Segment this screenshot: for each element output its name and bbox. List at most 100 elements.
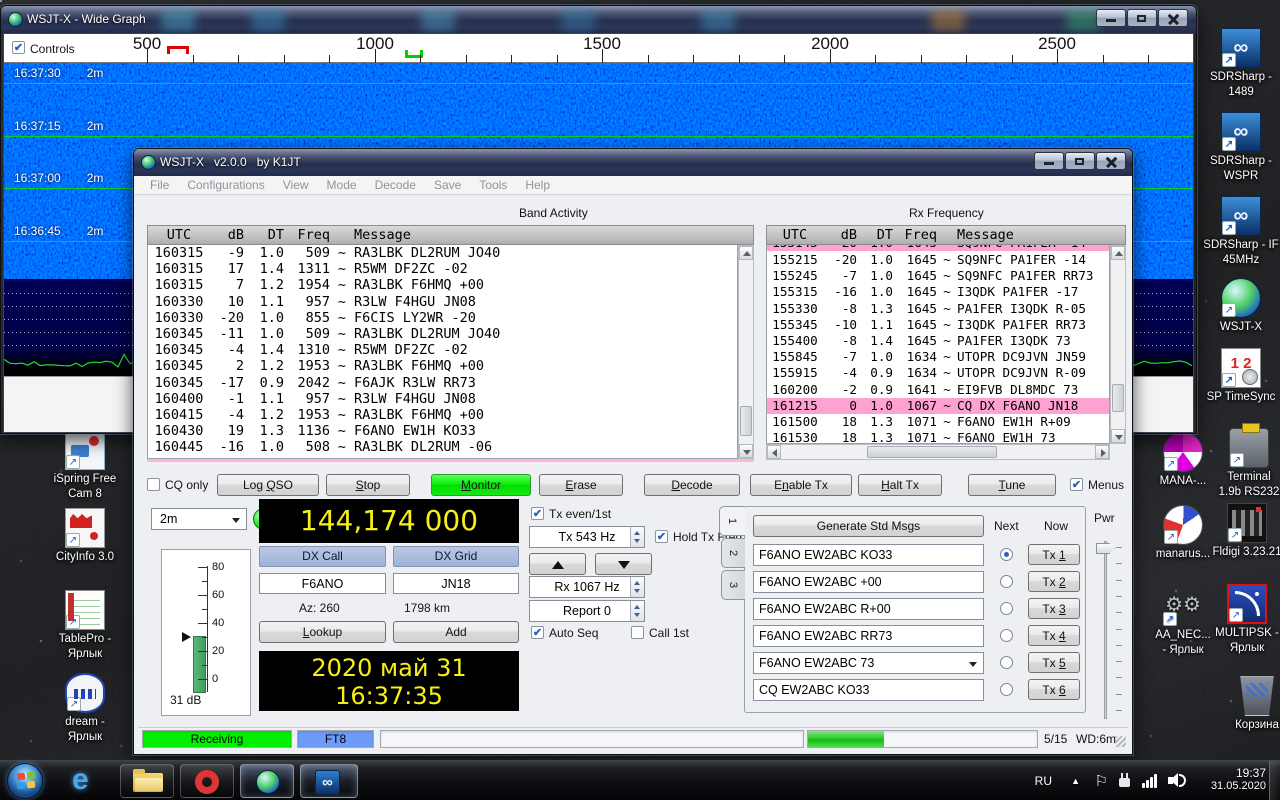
freq-up-button[interactable] <box>529 553 586 575</box>
tray-expand-icon[interactable]: ▲ <box>1071 776 1080 786</box>
report-spinner[interactable]: Report 0 <box>529 600 645 622</box>
desktop-icon-wsjt-x[interactable]: ↗ WSJT-X <box>1198 278 1280 335</box>
scroll-right-button[interactable] <box>1095 445 1109 459</box>
desktop-icon-multipsk-[interactable]: ↗ MULTIPSK - Ярлык <box>1204 584 1280 656</box>
desktop-icon-sp-timesync[interactable]: 1 2 ↗ SP TimeSync <box>1198 348 1280 405</box>
scroll-up-button[interactable] <box>739 246 753 260</box>
decode-row[interactable]: 155915 -4 0.9 1634 ~ UTOPR DC9JVN R-09 <box>767 365 1109 381</box>
scrollbar-thumb[interactable] <box>1112 384 1124 412</box>
desktop-icon-tablepro-[interactable]: ↗ TablePro - Ярлык <box>42 590 128 662</box>
erase-button[interactable]: Erase <box>539 474 623 496</box>
maximize-button[interactable] <box>1065 152 1095 170</box>
decode-row[interactable]: 160400 -1 1.1 957 ~ R3LW F4HGU JN08 <box>148 391 737 407</box>
decode-row[interactable]: 160330 10 1.1 957 ~ R3LW F4HGU JN08 <box>148 294 737 310</box>
spinner-buttons[interactable] <box>630 527 644 547</box>
rx-frequency-scrollbar[interactable] <box>1110 245 1126 444</box>
band-activity-list[interactable]: 160315 -9 1.0 509 ~ RA3LBK DL2RUM JO40 160315 1… <box>147 245 738 459</box>
decode-row[interactable]: 160430 19 1.3 1136 ~ F6ANO EW1H KO33 <box>148 423 737 439</box>
rx-horizontal-scrollbar[interactable] <box>766 444 1110 460</box>
dx-grid-field[interactable]: JN18 <box>393 573 519 594</box>
desktop-icon-sdrsharp-if[interactable]: ∞ ↗ SDRSharp - IF 45MHz <box>1198 196 1280 268</box>
desktop-icon-ispring-free[interactable]: ↗ iSpring Free Cam 8 <box>42 430 128 502</box>
frequency-scale[interactable]: ✔ Controls 500 1000 1500 2000 2500 <box>4 34 1193 63</box>
decode-row[interactable]: 155345 -10 1.1 1645 ~ I3QDK PA1FER RR73 <box>767 317 1109 333</box>
decode-row[interactable]: 155145-201.01645~SQ9NFC PA1FER -14 <box>767 245 1109 252</box>
decode-row[interactable]: 160345 -4 1.4 1310 ~ R5WM DF2ZC -02 <box>148 342 737 358</box>
rx-freq-spinner[interactable]: Rx 1067 Hz <box>529 576 645 598</box>
menu-item-help[interactable]: Help <box>516 178 559 192</box>
maximize-button[interactable] <box>1127 9 1157 27</box>
menu-item-configurations[interactable]: Configurations <box>178 178 273 192</box>
decode-row[interactable]: 160415 -4 1.2 1953 ~ RA3LBK F6HMQ +00 <box>148 407 737 423</box>
tray-clock[interactable]: 19:37 31.05.2020 <box>1192 766 1266 792</box>
scrollbar-thumb[interactable] <box>867 446 997 458</box>
menu-item-decode[interactable]: Decode <box>366 178 425 192</box>
show-desktop-button[interactable] <box>1269 761 1280 800</box>
next-radio[interactable] <box>1000 683 1013 696</box>
auto-seq-checkbox[interactable]: ✔ <box>531 626 544 639</box>
message-tab-3[interactable]: 3 <box>721 570 745 600</box>
decode-row[interactable]: 155400 -8 1.4 1645 ~ PA1FER I3QDK 73 <box>767 333 1109 349</box>
decode-row[interactable]: 160200 -2 0.9 1641 ~ EI9FVB DL8MDC 73 <box>767 382 1109 398</box>
sdrsharp-taskbar-button[interactable]: ∞ <box>300 764 358 798</box>
add-button[interactable]: Add <box>393 621 519 643</box>
desktop-icon-dream-[interactable]: ↗ dream - Ярлык <box>42 673 128 745</box>
menus-checkbox[interactable]: ✔ <box>1070 478 1083 491</box>
volume-icon[interactable] <box>1168 773 1188 788</box>
action-center-flag-icon[interactable]: ⚐ <box>1095 772 1108 790</box>
menu-item-tools[interactable]: Tools <box>470 178 516 192</box>
pwr-slider-handle[interactable] <box>1096 543 1115 554</box>
minimize-button[interactable] <box>1096 9 1126 27</box>
stop-button[interactable]: Stop <box>326 474 410 496</box>
network-signal-icon[interactable] <box>1142 773 1160 788</box>
next-radio[interactable] <box>1000 602 1013 615</box>
controls-checkbox[interactable]: ✔ <box>12 41 25 54</box>
decode-row[interactable]: 160345 -11 1.0 509 ~ RA3LBK DL2RUM JO40 <box>148 326 737 342</box>
menu-item-view[interactable]: View <box>274 178 318 192</box>
tx-now-button[interactable]: Tx 1 <box>1028 544 1080 565</box>
minimize-button[interactable] <box>1034 152 1064 170</box>
opera-taskbar-button[interactable] <box>180 764 234 798</box>
tx-now-button[interactable]: Tx 3 <box>1028 598 1080 619</box>
monitor-button[interactable]: Monitor <box>431 474 531 496</box>
decode-row[interactable]: 160330 -20 1.0 855 ~ F6CIS LY2WR -20 <box>148 310 737 326</box>
explorer-taskbar-button[interactable] <box>120 764 174 798</box>
decode-row[interactable]: 155215 -20 1.0 1645 ~ SQ9NFC PA1FER -14 <box>767 252 1109 268</box>
wide-graph-titlebar[interactable]: WSJT-X - Wide Graph <box>1 6 1196 33</box>
language-indicator[interactable]: RU <box>1035 774 1052 788</box>
tx-frequency-marker[interactable] <box>167 46 189 54</box>
start-button[interactable] <box>7 763 43 799</box>
tx-message-field[interactable]: F6ANO EW2ABC RR73 <box>753 625 984 647</box>
scroll-left-button[interactable] <box>767 445 781 459</box>
tx-now-button[interactable]: Tx 6 <box>1028 679 1080 700</box>
message-tab-2[interactable]: 2 <box>721 538 745 568</box>
decode-row[interactable]: 160345 2 1.2 1953 ~ RA3LBK F6HMQ +00 <box>148 358 737 374</box>
desktop-icon-корзина[interactable]: Корзина <box>1214 676 1280 733</box>
dx-call-header[interactable]: DX Call <box>259 546 386 567</box>
next-radio[interactable] <box>1000 575 1013 588</box>
close-button[interactable] <box>1158 9 1188 27</box>
desktop-icon-sdrsharp-[interactable]: ∞ ↗ SDRSharp - 1489 <box>1198 28 1280 100</box>
tx-freq-spinner[interactable]: Tx 543 Hz <box>529 526 645 548</box>
next-radio[interactable] <box>1000 548 1013 561</box>
pwr-slider-track[interactable] <box>1104 541 1107 719</box>
desktop-icon-cityinfo-3-0[interactable]: ↗ CityInfo 3.0 <box>42 508 128 565</box>
lookup-button[interactable]: Lookup <box>259 621 386 643</box>
log-qso-button[interactable]: Log QSO <box>217 474 319 496</box>
tx-message-field[interactable]: F6ANO EW2ABC KO33 <box>753 544 984 566</box>
decode-row[interactable]: 160345 -17 0.9 2042 ~ F6AJK R3LW RR73 <box>148 375 737 391</box>
enable-tx-button[interactable]: Enable Tx <box>750 474 852 496</box>
desktop-icon-sdrsharp-[interactable]: ∞ ↗ SDRSharp - WSPR <box>1198 112 1280 184</box>
call-1st-checkbox[interactable] <box>631 626 644 639</box>
next-radio[interactable] <box>1000 629 1013 642</box>
tx-even-checkbox[interactable]: ✔ <box>531 507 544 520</box>
desktop-icon-fldigi-3-23-21[interactable]: ↗ Fldigi 3.23.21 <box>1204 503 1280 560</box>
menu-item-file[interactable]: File <box>141 178 178 192</box>
decode-row[interactable]: 161500 18 1.3 1071 ~ F6ANO EW1H R+09 <box>767 414 1109 430</box>
scrollbar-thumb[interactable] <box>740 406 752 436</box>
power-plug-icon[interactable] <box>1117 773 1132 788</box>
tx-message-field[interactable]: F6ANO EW2ABC 73 <box>753 652 984 674</box>
dx-call-field[interactable]: F6ANO <box>259 573 386 594</box>
band-select[interactable]: 2m <box>151 508 247 530</box>
decode-row[interactable]: 160445 -16 1.0 508 ~ RA3LBK DL2RUM -06 <box>148 439 737 455</box>
